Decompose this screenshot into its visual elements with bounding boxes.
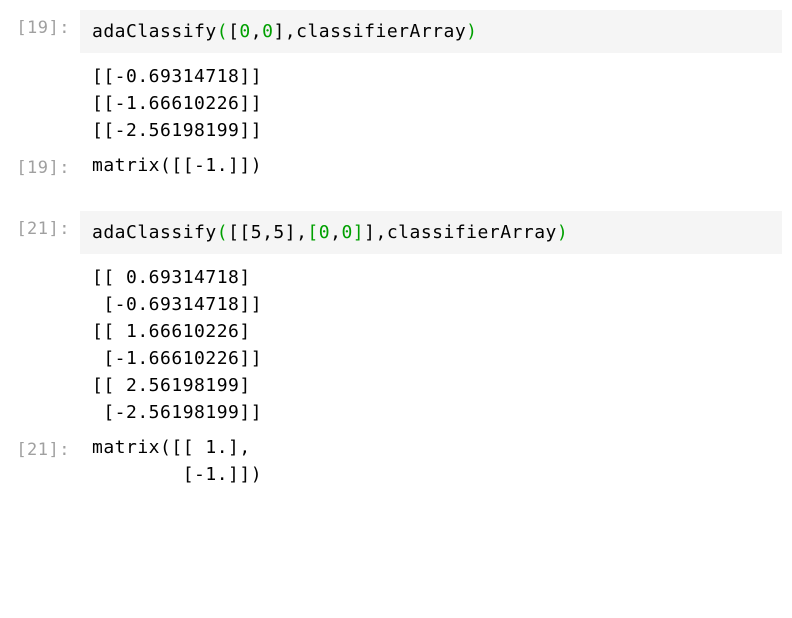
input-cell: [19]: adaClassify([0,0],classifierArray) xyxy=(0,10,792,53)
result-output: matrix([[-1.]]) xyxy=(80,150,782,185)
result-cell: [19]: matrix([[-1.]]) xyxy=(0,150,792,185)
output-prompt: [19]: xyxy=(0,150,80,178)
print-output: [[ 0.69314718] [-0.69314718]] [[ 1.66610… xyxy=(80,258,782,428)
input-prompt: [19]: xyxy=(0,10,80,38)
input-prompt: [21]: xyxy=(0,211,80,239)
output-prompt: [21]: xyxy=(0,432,80,460)
empty-prompt xyxy=(0,258,80,266)
result-cell: [21]: matrix([[ 1.], [-1.]]) xyxy=(0,432,792,494)
code-input[interactable]: adaClassify([[5,5],[0,0]],classifierArra… xyxy=(80,211,782,254)
result-output: matrix([[ 1.], [-1.]]) xyxy=(80,432,782,494)
print-output-cell: [[ 0.69314718] [-0.69314718]] [[ 1.66610… xyxy=(0,258,792,428)
print-output-cell: [[-0.69314718]] [[-1.66610226]] [[-2.561… xyxy=(0,57,792,146)
code-input[interactable]: adaClassify([0,0],classifierArray) xyxy=(80,10,782,53)
empty-prompt xyxy=(0,57,80,65)
print-output: [[-0.69314718]] [[-1.66610226]] [[-2.561… xyxy=(80,57,782,146)
input-cell: [21]: adaClassify([[5,5],[0,0]],classifi… xyxy=(0,211,792,254)
